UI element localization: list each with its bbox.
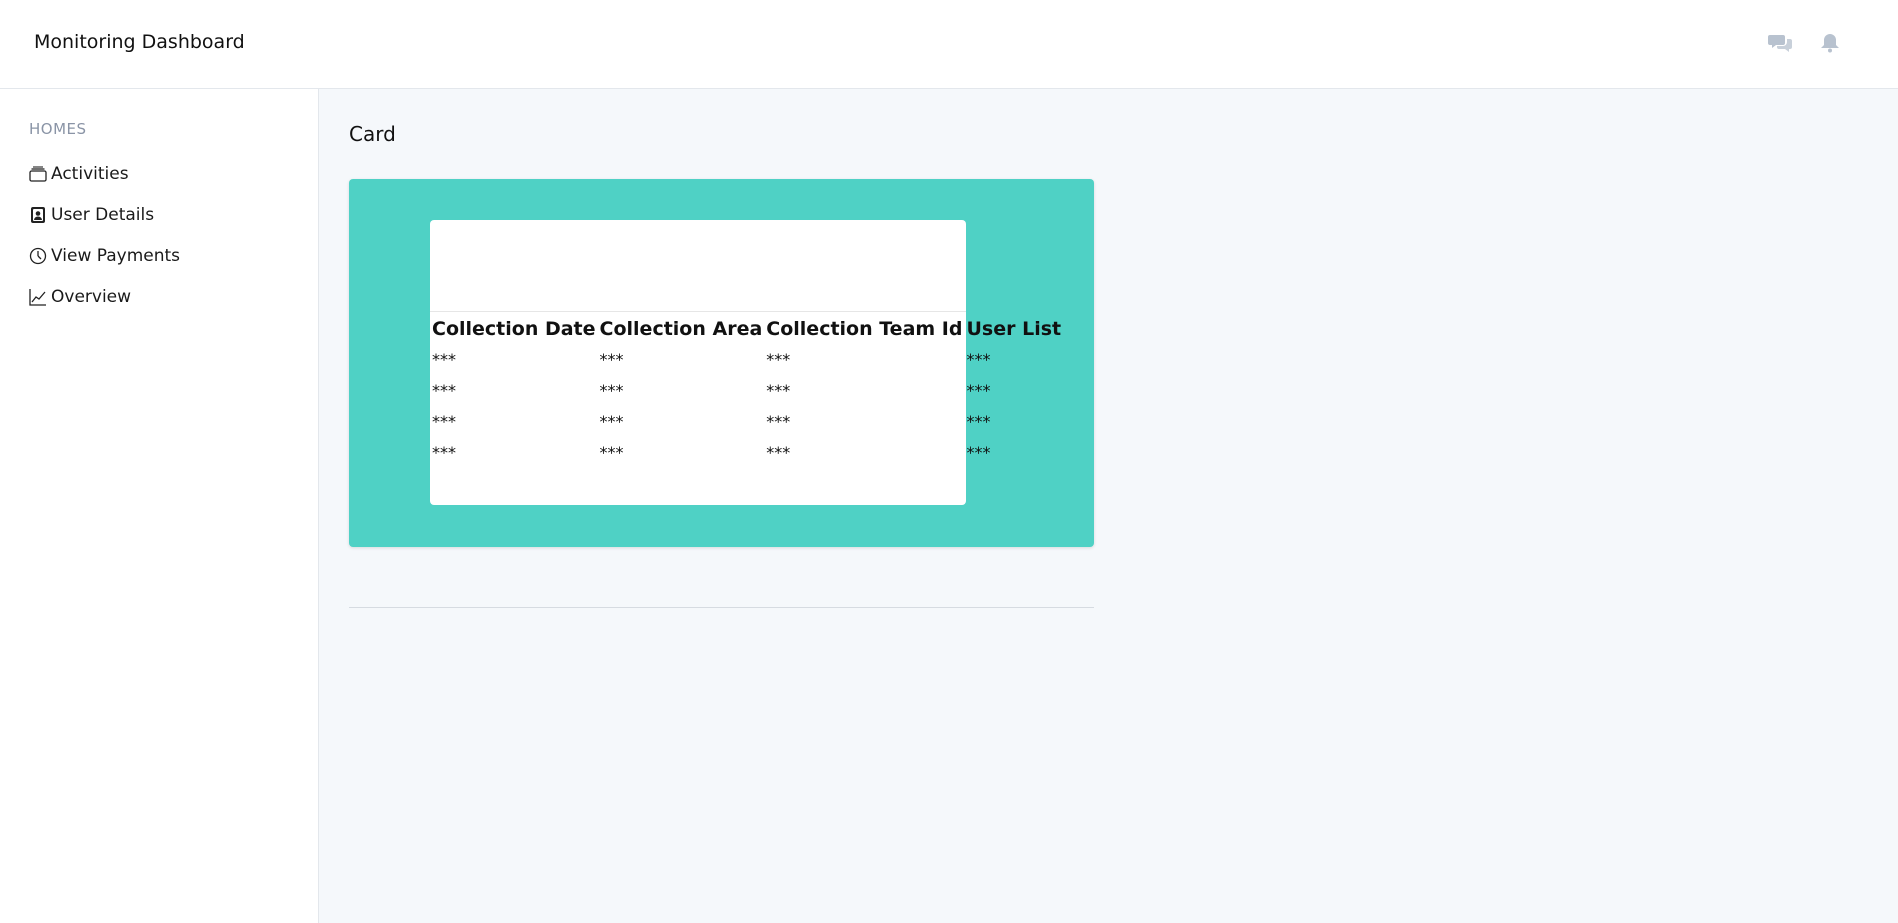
app-title: Monitoring Dashboard — [34, 31, 245, 53]
column-header: Collection Date — [432, 318, 596, 340]
table-cell: *** — [599, 381, 624, 400]
contact-icon — [28, 206, 47, 225]
table-row: *** *** *** *** — [430, 438, 1063, 469]
sidebar: HOMES Activities User Details View Payme… — [0, 89, 319, 923]
column-header: User List — [966, 318, 1062, 340]
sidebar-item-label: Overview — [51, 287, 132, 307]
table-cell: *** — [966, 350, 991, 369]
top-bar: Monitoring Dashboard — [0, 0, 1898, 89]
clock-icon — [28, 247, 47, 266]
column-header: Collection Area — [599, 318, 763, 340]
line-chart-icon — [28, 288, 47, 307]
card-table-panel: Collection Date Collection Area Collecti… — [430, 220, 1061, 505]
sidebar-item-label: Activities — [51, 164, 129, 184]
table-row: *** *** *** *** — [430, 345, 1063, 376]
table-cell: *** — [432, 381, 456, 400]
card: Collection Date Collection Area Collecti… — [349, 179, 1094, 547]
table-cell: *** — [966, 443, 991, 462]
sidebar-section-label: HOMES — [29, 120, 87, 138]
table-cell: *** — [432, 350, 456, 369]
table-cell: *** — [599, 350, 624, 369]
bell-icon[interactable] — [1816, 30, 1844, 56]
table-cell: *** — [766, 412, 791, 431]
page-title: Card — [349, 122, 396, 146]
table-cell: *** — [766, 443, 791, 462]
column-header: Collection Team Id — [766, 318, 963, 340]
table-row: *** *** *** *** — [430, 376, 1063, 407]
sidebar-item-user-details[interactable]: User Details — [28, 201, 154, 229]
table-cell: *** — [966, 381, 991, 400]
sidebar-item-activities[interactable]: Activities — [28, 160, 129, 188]
sidebar-item-label: View Payments — [51, 246, 181, 266]
collection-table: Collection Date Collection Area Collecti… — [430, 312, 1063, 469]
table-header-row: Collection Date Collection Area Collecti… — [430, 312, 1063, 345]
table-cell: *** — [599, 412, 624, 431]
table-cell: *** — [432, 443, 456, 462]
chat-icon[interactable] — [1767, 30, 1795, 56]
table-cell: *** — [599, 443, 624, 462]
sidebar-item-label: User Details — [51, 205, 155, 225]
table-cell: *** — [766, 381, 791, 400]
table-row: *** *** *** *** — [430, 407, 1063, 438]
sidebar-item-overview[interactable]: Overview — [28, 283, 131, 311]
briefcase-icon — [28, 165, 47, 184]
table-cell: *** — [432, 412, 456, 431]
divider — [349, 607, 1094, 608]
table-cell: *** — [766, 350, 791, 369]
table-cell: *** — [966, 412, 991, 431]
sidebar-item-view-payments[interactable]: View Payments — [28, 242, 180, 270]
